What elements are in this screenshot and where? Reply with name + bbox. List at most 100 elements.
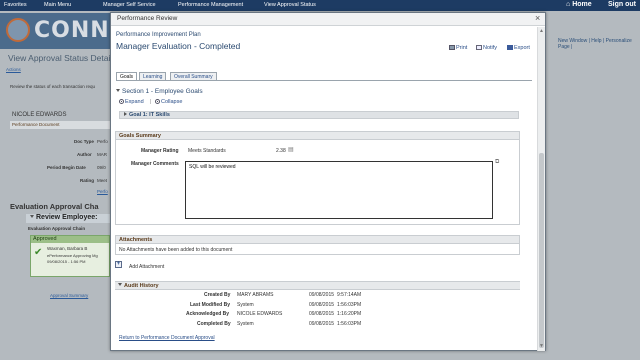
- scroll-down-icon[interactable]: ▼: [539, 343, 544, 349]
- scrollbar-thumb[interactable]: [539, 153, 544, 348]
- add-attachment-label[interactable]: Add Attachment: [129, 264, 164, 270]
- audit-time: 1:56:03PM: [337, 302, 362, 308]
- manager-comments-field[interactable]: SQL will be reviewed: [185, 161, 493, 219]
- field-label: Author: [77, 152, 92, 157]
- notify-button[interactable]: Notify: [476, 45, 497, 51]
- logo: CONNE: [0, 13, 125, 49]
- check-icon: ✔: [34, 247, 43, 258]
- manager-comments-label: Manager Comments: [131, 161, 179, 167]
- field-label: Doc Type: [74, 139, 94, 144]
- main-menu[interactable]: Main Menu: [44, 2, 71, 8]
- sign-out-link[interactable]: Sign out: [608, 1, 636, 8]
- page-heading: Manager Evaluation - Completed: [116, 41, 241, 51]
- collapse-label: Collapse: [161, 99, 183, 105]
- goal-1-label: Goal 1: IT Skills: [129, 112, 170, 118]
- audit-history-header[interactable]: Audit History: [115, 282, 520, 290]
- export-icon: [507, 45, 513, 50]
- modal-title: Performance Review: [117, 15, 178, 22]
- document-label: Performance Document: [12, 122, 60, 127]
- audit-label: Acknowledged By: [186, 311, 230, 317]
- export-label: Export: [514, 45, 530, 51]
- goals-summary-header: Goals Summary: [116, 132, 519, 140]
- audit-history-title: Audit History: [118, 282, 159, 289]
- review-employee-label: Review Employee:: [36, 214, 98, 221]
- section-1-header[interactable]: Section 1 - Employee Goals: [116, 88, 203, 95]
- audit-time: 9:57:14AM: [337, 292, 362, 298]
- field-value-link[interactable]: Perfo: [97, 189, 108, 194]
- page-top-links[interactable]: New Window | Help | Personalize Page |: [558, 38, 640, 50]
- audit-name: System: [237, 321, 254, 327]
- audit-label: Created By: [204, 292, 231, 298]
- actions-menu[interactable]: Actions: [6, 67, 21, 72]
- collapse-all-icon: [155, 99, 160, 104]
- field-value: Perfo: [97, 139, 108, 144]
- manager-rating-label: Manager Rating: [141, 148, 179, 154]
- field-value: MAR: [97, 152, 107, 157]
- return-to-approval-link[interactable]: Return to Performance Document Approval: [119, 335, 215, 341]
- print-label: Print: [456, 45, 468, 51]
- audit-date: 09/08/2015: [309, 292, 335, 298]
- goal-1-bar[interactable]: Goal 1: IT Skills: [119, 111, 519, 119]
- goal-1-title: Goal 1: IT Skills: [124, 112, 170, 118]
- instructions-text: Review the status of each transaction re…: [10, 84, 96, 89]
- expand-text-icon[interactable]: ⧉: [495, 159, 499, 166]
- notify-label: Notify: [483, 45, 498, 51]
- envelope-icon: [476, 45, 482, 50]
- field-value: Meet: [97, 178, 108, 183]
- attachments-title: Attachments: [119, 236, 153, 243]
- expand-link[interactable]: Expand: [119, 99, 144, 105]
- audit-time: 1:56:03PM: [337, 321, 362, 327]
- audit-name: System: [237, 302, 254, 308]
- modal-content: Performance Improvement Plan Manager Eva…: [111, 27, 537, 351]
- performance-review-modal: Performance Review × Performance Improve…: [110, 12, 546, 351]
- separator: |: [150, 99, 152, 105]
- plan-title: Performance Improvement Plan: [116, 32, 201, 38]
- approval-summary-link[interactable]: Approval Summary: [50, 293, 88, 298]
- collapse-link[interactable]: Collapse: [155, 99, 182, 105]
- breadcrumb-performance-management[interactable]: Performance Management: [178, 2, 243, 8]
- collapse-icon: [118, 282, 122, 286]
- home-label: Home: [572, 1, 592, 8]
- manager-rating-score: 2.38: [276, 148, 286, 154]
- tab-divider: [116, 80, 532, 81]
- field-label: Period Begin Date: [47, 165, 86, 170]
- tab-overall-summary[interactable]: Overall Summary: [170, 72, 217, 80]
- globe-icon: [6, 18, 30, 42]
- approval-chart-title: Evaluation Approval Cha: [10, 202, 99, 211]
- expand-icon: [119, 99, 124, 104]
- breadcrumb-view-approval-status[interactable]: View Approval Status: [264, 2, 316, 8]
- favorites-menu[interactable]: Favorites: [4, 2, 27, 8]
- collapse-icon[interactable]: [30, 215, 34, 218]
- rating-details-icon[interactable]: ▤: [288, 146, 294, 153]
- tab-learning[interactable]: Learning: [139, 72, 167, 80]
- home-link[interactable]: ⌂ Home: [566, 1, 592, 8]
- top-navigation-bar: Favorites Main Menu Manager Self Service…: [0, 0, 640, 11]
- no-attachments-text: No Attachments have been added to this d…: [119, 247, 233, 253]
- section-1-title: Section 1 - Employee Goals: [122, 88, 203, 95]
- review-employee-heading: Review Employee:: [30, 214, 97, 221]
- export-button[interactable]: Export: [507, 45, 530, 51]
- scroll-up-icon[interactable]: ▲: [539, 28, 544, 34]
- tab-goals[interactable]: Goals: [116, 72, 138, 80]
- printer-icon: [449, 45, 455, 50]
- goals-summary-title: Goals Summary: [119, 132, 161, 139]
- audit-date: 09/08/2015: [309, 311, 335, 317]
- field-label: Rating: [80, 178, 94, 183]
- audit-date: 09/08/2015: [309, 302, 335, 308]
- modal-titlebar[interactable]: Performance Review ×: [111, 13, 545, 26]
- collapse-icon: [116, 89, 120, 92]
- approver-role: ePerformance Approving Mg: [47, 253, 98, 258]
- attachments-header: Attachments: [116, 236, 519, 244]
- manager-rating-value: Meets Standards: [188, 148, 226, 154]
- audit-name: NICOLE EDWARDS: [237, 311, 283, 317]
- vertical-scrollbar[interactable]: ▲ ▼: [537, 27, 545, 351]
- expand-icon: [124, 112, 127, 116]
- audit-time: 1:16:20PM: [337, 311, 362, 317]
- add-attachment-icon[interactable]: +: [115, 261, 122, 268]
- breadcrumb-manager-self-service[interactable]: Manager Self Service: [103, 2, 156, 8]
- field-value: 09/0: [97, 165, 106, 170]
- print-button[interactable]: Print: [449, 45, 467, 51]
- close-icon[interactable]: ×: [535, 13, 540, 23]
- audit-history-label: Audit History: [124, 282, 159, 289]
- employee-name: NICOLE EDWARDS: [12, 112, 67, 118]
